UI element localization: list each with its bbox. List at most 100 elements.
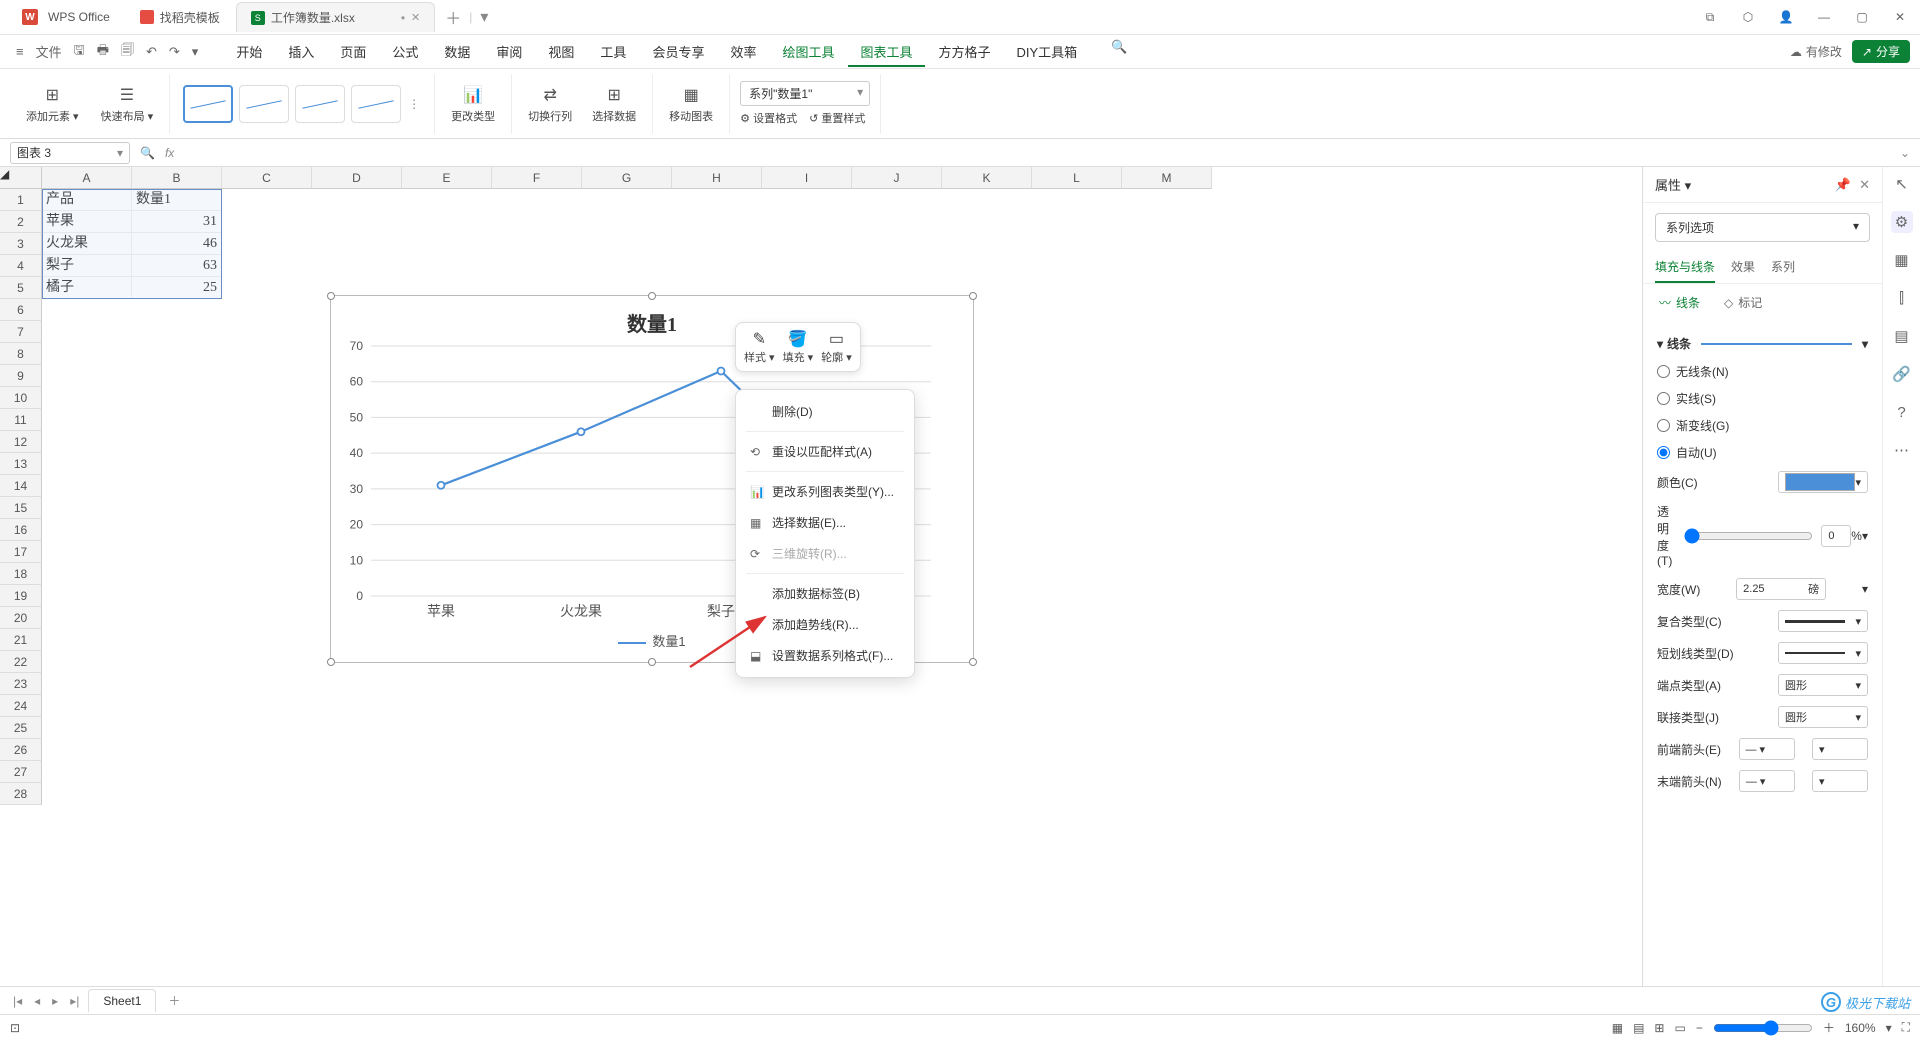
change-type-button[interactable]: 📊更改类型: [445, 82, 501, 126]
zoom-value[interactable]: 160%: [1845, 1021, 1876, 1035]
chart-preset-1[interactable]: [183, 85, 233, 123]
mini-outline-button[interactable]: ▭轮廓 ▾: [821, 329, 852, 365]
status-mode-icon[interactable]: ⊡: [10, 1021, 20, 1035]
row-header[interactable]: 15: [0, 497, 42, 519]
col-header[interactable]: E: [402, 167, 492, 189]
col-header[interactable]: C: [222, 167, 312, 189]
cell[interactable]: 产品: [42, 189, 132, 211]
arrow-start-size[interactable]: ▾: [1812, 738, 1868, 760]
tab-data[interactable]: 数据: [432, 36, 482, 67]
tab-formula[interactable]: 公式: [380, 36, 430, 67]
ctx-add-labels[interactable]: 添加数据标签(B): [736, 578, 914, 609]
compound-select[interactable]: ▾: [1778, 610, 1868, 632]
add-sheet-button[interactable]: ＋: [162, 992, 186, 1009]
cell[interactable]: 31: [132, 211, 222, 233]
tab-view[interactable]: 视图: [536, 36, 586, 67]
user-avatar-icon[interactable]: 👤: [1774, 5, 1798, 29]
row-header[interactable]: 18: [0, 563, 42, 585]
row-header[interactable]: 6: [0, 299, 42, 321]
join-select[interactable]: 圆形▾: [1778, 706, 1868, 728]
document-tab[interactable]: S工作簿数量.xlsx•✕: [236, 2, 435, 32]
row-header[interactable]: 4: [0, 255, 42, 277]
mini-style-button[interactable]: ✎样式 ▾: [744, 329, 775, 365]
row-header[interactable]: 13: [0, 453, 42, 475]
chart-preset-2[interactable]: [239, 85, 289, 123]
col-header[interactable]: B: [132, 167, 222, 189]
row-header[interactable]: 20: [0, 607, 42, 629]
sheet-tab-1[interactable]: Sheet1: [88, 989, 156, 1012]
tab-drawing-tools[interactable]: 绘图工具: [770, 36, 846, 67]
rail-link-icon[interactable]: 🔗: [1891, 363, 1913, 385]
pin-icon[interactable]: 📌: [1835, 177, 1851, 193]
rail-settings-icon[interactable]: ⚙: [1891, 211, 1913, 233]
col-header[interactable]: L: [1032, 167, 1122, 189]
row-header[interactable]: 22: [0, 651, 42, 673]
qa-dropdown-icon[interactable]: ▾: [186, 41, 205, 63]
share-button[interactable]: ↗分享: [1852, 40, 1910, 63]
width-input[interactable]: 2.25磅: [1736, 578, 1826, 600]
new-tab-button[interactable]: ＋: [437, 1, 469, 33]
redo-icon[interactable]: ↷: [163, 41, 186, 63]
set-format-button[interactable]: ⚙ 设置格式: [740, 110, 797, 126]
zoom-out-icon[interactable]: −: [1696, 1021, 1703, 1035]
sheet-first-icon[interactable]: |◂: [10, 994, 25, 1008]
tab-menu-button[interactable]: ▾: [472, 3, 496, 31]
ctx-add-trendline[interactable]: 添加趋势线(R)...: [736, 609, 914, 640]
col-header[interactable]: H: [672, 167, 762, 189]
templates-tab[interactable]: 找稻壳模板: [126, 3, 234, 32]
chart-preset-4[interactable]: [351, 85, 401, 123]
search-icon[interactable]: 🔍: [1105, 36, 1133, 67]
zoom-fx-icon[interactable]: 🔍: [140, 146, 155, 160]
col-header[interactable]: F: [492, 167, 582, 189]
tab-start[interactable]: 开始: [224, 36, 274, 67]
col-header[interactable]: J: [852, 167, 942, 189]
move-chart-button[interactable]: ▦移动图表: [663, 82, 719, 126]
rp-tab-series[interactable]: 系列: [1771, 252, 1795, 283]
row-header[interactable]: 2: [0, 211, 42, 233]
row-header[interactable]: 7: [0, 321, 42, 343]
rp-tab-effect[interactable]: 效果: [1731, 252, 1755, 283]
cap-select[interactable]: 圆形▾: [1778, 674, 1868, 696]
col-header[interactable]: K: [942, 167, 1032, 189]
row-header[interactable]: 12: [0, 431, 42, 453]
add-element-button[interactable]: ⊞添加元素 ▾: [20, 82, 85, 126]
rail-layers-icon[interactable]: ▤: [1891, 325, 1913, 347]
cell[interactable]: 25: [132, 277, 222, 299]
tab-fangfang[interactable]: 方方格子: [927, 36, 1003, 67]
cell[interactable]: 梨子: [42, 255, 132, 277]
rail-more-icon[interactable]: ⋯: [1891, 439, 1913, 461]
col-header[interactable]: D: [312, 167, 402, 189]
file-menu[interactable]: 文件: [30, 39, 68, 64]
select-data-button[interactable]: ⊞选择数据: [586, 82, 642, 126]
reset-style-button[interactable]: ↺ 重置样式: [809, 110, 865, 126]
radio-solid[interactable]: 实线(S): [1657, 390, 1716, 407]
arrow-end-select[interactable]: — ▾: [1739, 770, 1795, 792]
arrow-end-size[interactable]: ▾: [1812, 770, 1868, 792]
window-copy-icon[interactable]: ⧉: [1698, 5, 1722, 29]
zoom-slider[interactable]: [1713, 1020, 1813, 1036]
view-read-icon[interactable]: ▭: [1674, 1021, 1685, 1035]
cell[interactable]: 火龙果: [42, 233, 132, 255]
tab-chart-tools[interactable]: 图表工具: [848, 36, 924, 67]
tab-diy[interactable]: DIY工具箱: [1005, 36, 1090, 67]
quick-layout-button[interactable]: ☰快速布局 ▾: [95, 82, 160, 126]
ctx-change-series-type[interactable]: 📊更改系列图表类型(Y)...: [736, 476, 914, 507]
rail-select-icon[interactable]: ↖: [1891, 173, 1913, 195]
col-header[interactable]: G: [582, 167, 672, 189]
ctx-reset-style[interactable]: ⟲重设以匹配样式(A): [736, 436, 914, 467]
select-all-corner[interactable]: ◢: [0, 167, 42, 189]
tab-member[interactable]: 会员专享: [640, 36, 716, 67]
ctx-select-data[interactable]: ▦选择数据(E)...: [736, 507, 914, 538]
sheet-prev-icon[interactable]: ◂: [31, 994, 43, 1008]
line-section-title[interactable]: ▾ 线条▾: [1657, 329, 1868, 358]
app-menu-icon[interactable]: ≡: [10, 41, 30, 62]
chart-title[interactable]: 数量1: [331, 296, 973, 345]
opacity-slider[interactable]: [1684, 528, 1813, 544]
row-header[interactable]: 28: [0, 783, 42, 805]
row-header[interactable]: 25: [0, 717, 42, 739]
minimize-button[interactable]: —: [1812, 5, 1836, 29]
ctx-delete[interactable]: 删除(D): [736, 396, 914, 427]
cloud-modified-label[interactable]: ☁有修改: [1790, 43, 1842, 60]
undo-icon[interactable]: ↶: [140, 41, 163, 63]
tab-insert[interactable]: 插入: [276, 36, 326, 67]
